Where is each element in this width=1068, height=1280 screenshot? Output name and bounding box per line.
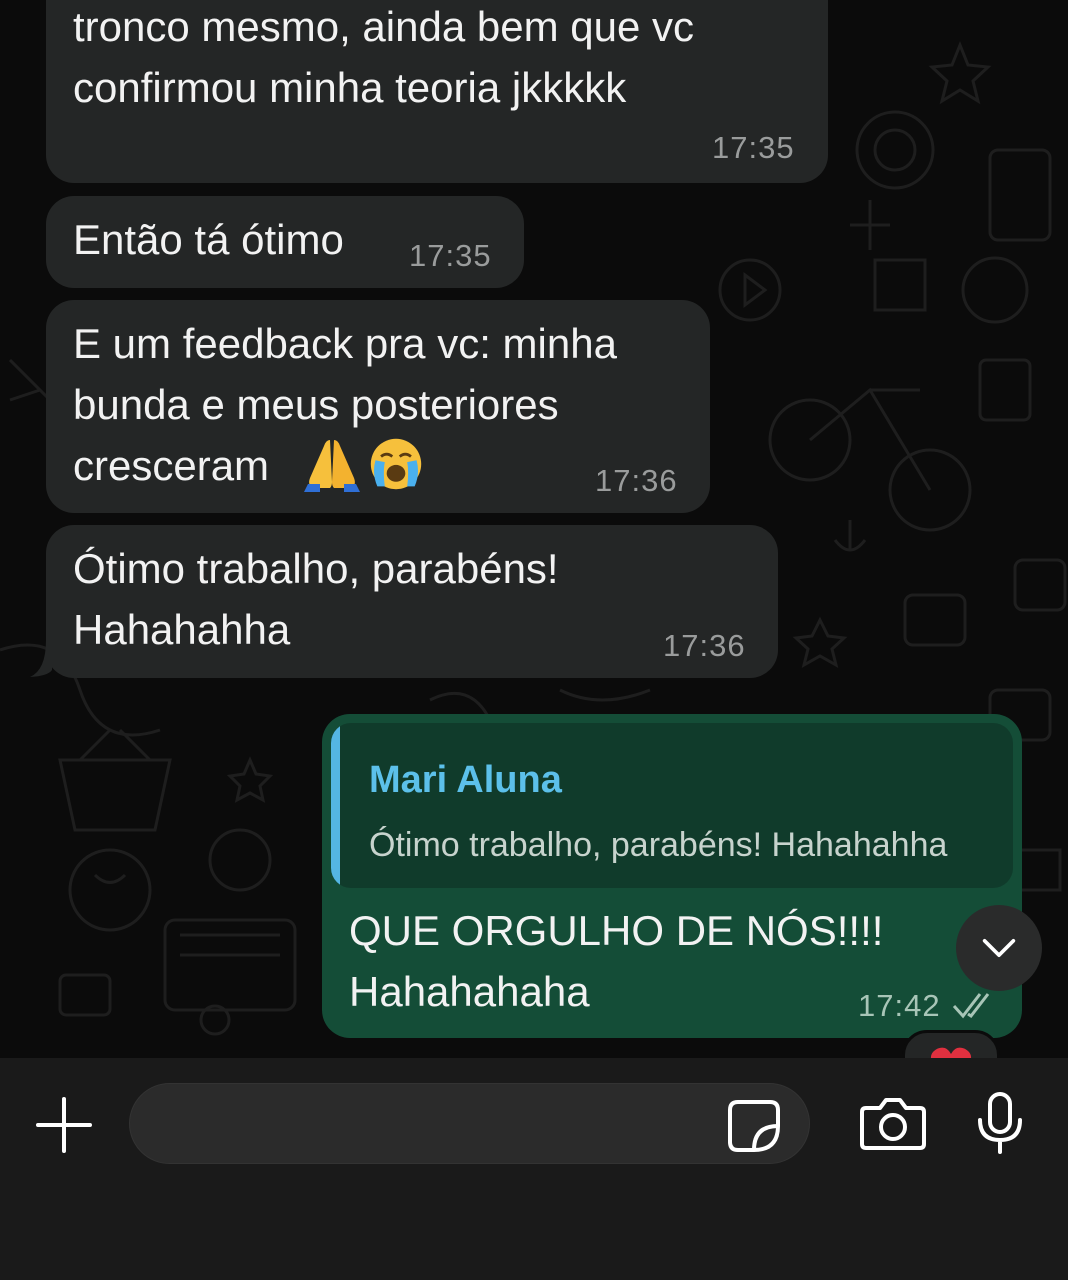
message-timestamp: 17:35 <box>409 238 492 273</box>
camera-icon[interactable] <box>860 1096 926 1152</box>
scroll-to-bottom-button[interactable] <box>956 905 1042 991</box>
quote-accent-bar <box>331 723 340 888</box>
message-timestamp: 17:36 <box>595 463 678 498</box>
message-text: tronco mesmo, ainda bem que vc confirmou… <box>73 3 694 111</box>
sticker-icon[interactable] <box>726 1098 782 1154</box>
incoming-message-bubble[interactable]: E um feedback pra vc: minha bunda e meus… <box>46 300 710 513</box>
message-text: Então tá ótimo <box>73 216 344 263</box>
chat-area[interactable]: tronco mesmo, ainda bem que vc confirmou… <box>0 0 1068 1058</box>
message-text: QUE ORGULHO DE NÓS!!!! Hahahahaha <box>349 907 884 1015</box>
quoted-message[interactable]: Mari Aluna Ótimo trabalho, parabéns! Hah… <box>331 723 1013 888</box>
message-timestamp: 17:36 <box>663 628 746 663</box>
message-text: Ótimo trabalho, parabéns! Hahahahha <box>73 545 559 653</box>
reaction-badge[interactable] <box>902 1030 1000 1058</box>
quote-author: Mari Aluna <box>369 759 562 801</box>
message-timestamp: 17:35 <box>712 130 795 165</box>
heart-icon <box>930 1047 972 1058</box>
plus-icon[interactable] <box>34 1095 94 1155</box>
loudly-crying-face-emoji <box>370 438 422 490</box>
chevron-down-icon <box>982 939 1016 957</box>
outgoing-message-bubble[interactable]: Mari Aluna Ótimo trabalho, parabéns! Hah… <box>322 714 1022 1038</box>
microphone-icon[interactable] <box>975 1090 1025 1156</box>
message-input[interactable] <box>160 1098 724 1152</box>
folded-hands-emoji <box>304 440 360 492</box>
message-input-container[interactable] <box>129 1083 810 1164</box>
bubble-tail <box>30 640 52 677</box>
incoming-message-bubble[interactable]: tronco mesmo, ainda bem que vc confirmou… <box>46 0 828 183</box>
message-timestamp: 17:42 <box>858 988 941 1023</box>
incoming-message-bubble[interactable]: Então tá ótimo 17:35 <box>46 196 524 288</box>
message-composer <box>0 1058 1068 1280</box>
incoming-message-bubble[interactable]: Ótimo trabalho, parabéns! Hahahahha 17:3… <box>46 525 778 678</box>
quote-text: Ótimo trabalho, parabéns! Hahahahha <box>369 826 948 864</box>
double-check-icon <box>952 993 990 1019</box>
